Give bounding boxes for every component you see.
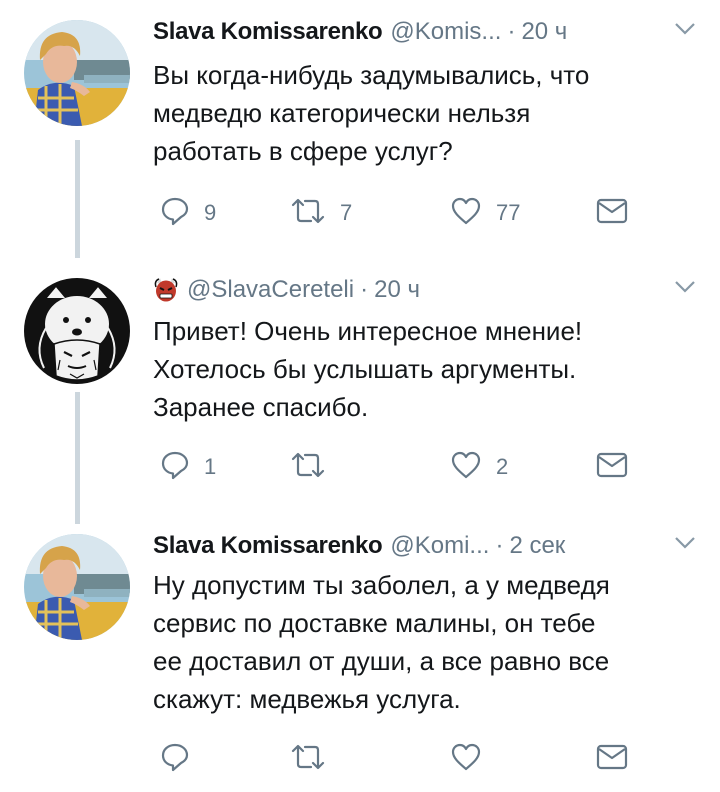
avatar[interactable] <box>24 278 130 384</box>
tweet-actions <box>160 742 640 776</box>
separator-dot: · <box>360 276 369 303</box>
avatar[interactable] <box>24 20 130 126</box>
tweet-text-line: медведю категорически нельзя <box>153 98 531 128</box>
retweet-icon <box>290 450 326 485</box>
direct-message-button[interactable] <box>596 196 628 230</box>
chevron-down-icon[interactable] <box>674 22 696 41</box>
retweet-button[interactable] <box>290 450 340 484</box>
chevron-down-icon[interactable] <box>674 536 696 555</box>
reply-icon <box>160 196 190 231</box>
reply-count: 9 <box>204 200 217 225</box>
envelope-icon <box>596 452 628 483</box>
timestamp[interactable]: 2 сек <box>509 532 565 560</box>
timestamp[interactable]: 20 ч <box>374 276 420 304</box>
reply-icon <box>160 450 190 485</box>
tweet-text: Ну допустим ты заболел, а у медведя серв… <box>153 566 693 718</box>
chevron-down-icon[interactable] <box>674 280 696 299</box>
envelope-icon <box>596 744 628 775</box>
tweet-text-line: скажут: медвежья услуга. <box>153 684 461 714</box>
tweet-text-line: Заранее спасибо. <box>153 392 369 422</box>
tweet-text-line: Вы когда-нибудь задумывались, что <box>153 60 590 90</box>
timestamp[interactable]: 20 ч <box>521 18 567 46</box>
tweet-header: Slava Komissarenko @Komis... · 20 ч <box>153 12 567 52</box>
tweet[interactable]: Slava Komissarenko @Komi... · 2 сек Ну д… <box>0 526 720 792</box>
tweet-header: Slava Komissarenko @Komi... · 2 сек <box>153 526 565 566</box>
tweet-text: Привет! Очень интересное мнение! Хотелос… <box>153 312 693 426</box>
retweet-icon <box>290 742 326 777</box>
tweet-text-line: ее доставил от души, а все равно все <box>153 646 610 676</box>
envelope-icon <box>596 198 628 229</box>
like-button[interactable]: 2 <box>450 450 508 484</box>
author-handle[interactable]: @Komis... <box>390 18 501 46</box>
like-count: 77 <box>496 200 521 225</box>
reply-button[interactable]: 1 <box>160 450 216 484</box>
heart-icon <box>450 450 482 485</box>
tweet[interactable]: @SlavaCereteli · 20 ч Привет! Очень инте… <box>0 270 720 500</box>
separator-dot: · <box>495 532 504 559</box>
retweet-button[interactable]: 7 <box>290 196 352 230</box>
retweet-button[interactable] <box>290 742 340 776</box>
like-button[interactable] <box>450 742 496 776</box>
tweet-text-line: Хотелось бы услышать аргументы. <box>153 354 577 384</box>
retweet-count: 7 <box>340 200 353 225</box>
heart-icon <box>450 742 482 777</box>
reply-count: 1 <box>204 454 217 479</box>
tweet-text-line: работать в сфере услуг? <box>153 136 453 166</box>
like-button[interactable]: 77 <box>450 196 520 230</box>
author-handle[interactable]: @Komi... <box>390 532 489 560</box>
reply-button[interactable]: 9 <box>160 196 216 230</box>
author-handle[interactable]: @SlavaCereteli <box>187 276 354 304</box>
tweet-header: @SlavaCereteli · 20 ч <box>153 270 420 310</box>
tweet-text-line: Привет! Очень интересное мнение! <box>153 316 583 346</box>
reply-button[interactable] <box>160 742 204 776</box>
direct-message-button[interactable] <box>596 742 628 776</box>
tweet[interactable]: Slava Komissarenko @Komis... · 20 ч Вы к… <box>0 12 720 252</box>
reply-icon <box>160 742 190 777</box>
tweet-text-line: сервис по доставке малины, он тебе <box>153 608 596 638</box>
retweet-icon <box>290 196 326 231</box>
heart-icon <box>450 196 482 231</box>
tweet-text-line: Ну допустим ты заболел, а у медведя <box>153 570 610 600</box>
avatar[interactable] <box>24 534 130 640</box>
tweet-actions: 9 7 77 <box>160 196 640 230</box>
tweet-actions: 1 2 <box>160 450 640 484</box>
author-name[interactable]: Slava Komissarenko <box>153 18 383 46</box>
author-name[interactable]: Slava Komissarenko <box>153 532 383 560</box>
oni-mask-emoji <box>153 277 179 303</box>
separator-dot: · <box>507 18 516 45</box>
like-count: 2 <box>496 454 509 479</box>
tweet-text: Вы когда-нибудь задумывались, что медвед… <box>153 56 693 170</box>
direct-message-button[interactable] <box>596 450 628 484</box>
